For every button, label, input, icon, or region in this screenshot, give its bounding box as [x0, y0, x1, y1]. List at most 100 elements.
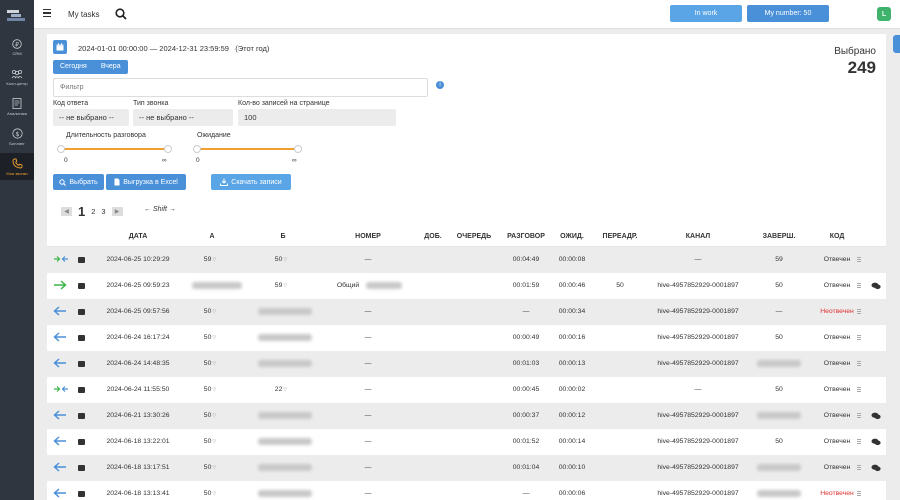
- row-menu-icon[interactable]: [857, 439, 861, 444]
- my-number-button[interactable]: My number: 50: [747, 5, 829, 22]
- table-row[interactable]: 2024-06-25 09:59:23 59▽ Общий 00:01:59 00:00…: [47, 273, 886, 299]
- sidebar-item-my-calls[interactable]: Мои звонки: [0, 153, 34, 180]
- wait-slider[interactable]: [193, 145, 302, 153]
- page-1[interactable]: 1: [78, 204, 85, 219]
- sidebar-item-analytics[interactable]: Аналитика: [0, 93, 34, 120]
- recording-icon[interactable]: [78, 439, 85, 445]
- masked-b-value: [258, 412, 312, 419]
- page-3[interactable]: 3: [101, 207, 105, 216]
- duration-slider[interactable]: [57, 145, 172, 153]
- col-code[interactable]: КОД: [830, 233, 845, 240]
- yesterday-button[interactable]: Вчера: [94, 60, 128, 74]
- recording-icon[interactable]: [78, 361, 85, 367]
- chevron-down-icon: ▽: [212, 257, 217, 263]
- per-page-select[interactable]: 100: [238, 109, 396, 126]
- cell-a[interactable]: 50▽: [204, 360, 216, 367]
- recording-icon[interactable]: [78, 491, 85, 497]
- recording-icon[interactable]: [78, 283, 85, 289]
- col-channel[interactable]: КАНАЛ: [686, 233, 710, 240]
- today-button[interactable]: Сегодня: [53, 60, 94, 74]
- cell-a[interactable]: 50▽: [204, 438, 216, 445]
- col-finished[interactable]: ЗАВЕРШ.: [763, 233, 796, 240]
- col-redirect[interactable]: ПЕРЕАДР.: [603, 233, 638, 240]
- comments-icon[interactable]: [871, 282, 881, 292]
- comments-icon[interactable]: [871, 464, 881, 474]
- recording-icon[interactable]: [78, 465, 85, 471]
- next-page-icon[interactable]: ▶: [111, 207, 123, 216]
- comments-icon[interactable]: [871, 412, 881, 422]
- filter-input[interactable]: Фильтр: [53, 78, 428, 97]
- export-excel-button[interactable]: Выгрузка в Excel: [106, 174, 186, 190]
- wait-min-handle[interactable]: [193, 145, 201, 153]
- cell-a[interactable]: 50▽: [204, 308, 216, 315]
- recording-icon[interactable]: [78, 413, 85, 419]
- table-row[interactable]: 2024-06-21 13:30:26 50▽ — 00:00:37 00:00:12 h…: [47, 403, 886, 429]
- table-row[interactable]: 2024-06-18 13:17:51 50▽ — 00:01:04 00:00:10 h…: [47, 455, 886, 481]
- cell-a[interactable]: 50▽: [204, 386, 216, 393]
- app-logo[interactable]: [0, 0, 34, 30]
- sidebar-item-billing[interactable]: $ Биллинг: [0, 123, 34, 150]
- search-icon[interactable]: [115, 8, 127, 22]
- col-ext[interactable]: ДОБ.: [424, 233, 441, 240]
- profile-avatar-icon[interactable]: L: [877, 7, 891, 21]
- row-menu-icon[interactable]: [857, 387, 861, 392]
- cell-a[interactable]: 50▽: [204, 412, 216, 419]
- recording-icon[interactable]: [78, 387, 85, 393]
- duration-max-handle[interactable]: [164, 145, 172, 153]
- calendar-button[interactable]: [53, 40, 67, 54]
- cell-a[interactable]: 50▽: [204, 464, 216, 471]
- row-menu-icon[interactable]: [857, 491, 861, 496]
- comments-icon[interactable]: [871, 438, 881, 448]
- call-direction-in-icon: [53, 462, 67, 474]
- answer-code-select[interactable]: -- не выбрано --: [53, 109, 129, 126]
- row-menu-icon[interactable]: [857, 257, 861, 262]
- select-button[interactable]: Выбрать: [53, 174, 104, 190]
- in-work-button[interactable]: In work: [670, 5, 742, 22]
- table-row[interactable]: 2024-06-24 11:55:50 50▽ 22▽ —00:00:45 00:00:…: [47, 377, 886, 403]
- cell-b[interactable]: 59▽: [275, 282, 287, 289]
- row-menu-icon[interactable]: [857, 283, 861, 288]
- period-range[interactable]: 2024-01-01 00:00:00 — 2024-12-31 23:59:5…: [78, 44, 269, 53]
- row-menu-icon[interactable]: [857, 335, 861, 340]
- sidebar-item-crm[interactable]: ₽ CRM: [0, 33, 34, 60]
- prev-page-icon[interactable]: ◀: [61, 207, 72, 216]
- col-wait[interactable]: ОЖИД.: [560, 233, 584, 240]
- hamburger-menu-icon[interactable]: [43, 9, 51, 18]
- cell-a[interactable]: 59▽: [204, 256, 216, 263]
- download-records-button[interactable]: Скачать записи: [211, 174, 291, 190]
- cell-b[interactable]: 22▽: [275, 386, 287, 393]
- table-row[interactable]: 2024-06-24 14:48:35 50▽ — 00:01:03 00:00:13 h…: [47, 351, 886, 377]
- table-row[interactable]: 2024-06-25 10:29:29 59▽ 50▽ —00:04:49 00:00:…: [47, 247, 886, 273]
- my-tasks-link[interactable]: My tasks: [68, 10, 100, 19]
- col-a[interactable]: А: [209, 233, 214, 240]
- recording-icon[interactable]: [78, 257, 85, 263]
- col-queue[interactable]: ОЧЕРЕДЬ: [457, 233, 491, 240]
- recording-icon[interactable]: [78, 309, 85, 315]
- row-menu-icon[interactable]: [857, 465, 861, 470]
- cell-a[interactable]: 50▽: [204, 334, 216, 341]
- col-date[interactable]: ДАТА: [129, 233, 148, 240]
- table-row[interactable]: 2024-06-25 09:57:56 50▽ — — 00:00:34 hive-495…: [47, 299, 886, 325]
- col-number[interactable]: НОМЕР: [355, 233, 381, 240]
- cell-b[interactable]: 50▽: [275, 256, 287, 263]
- call-type-select[interactable]: -- не выбрано --: [133, 109, 233, 126]
- col-talk[interactable]: РАЗГОВОР: [507, 233, 545, 240]
- table-row[interactable]: 2024-06-18 13:22:01 50▽ —00:01:52 00:00:14 h…: [47, 429, 886, 455]
- info-icon[interactable]: i: [436, 81, 444, 89]
- settings-edge-button[interactable]: [893, 35, 900, 53]
- page-2[interactable]: 2: [91, 207, 95, 216]
- col-b[interactable]: Б: [280, 233, 285, 240]
- cell-a[interactable]: 50▽: [204, 490, 216, 497]
- download-records-label: Скачать записи: [231, 178, 282, 186]
- cell-date: 2024-06-25 09:59:23: [106, 282, 170, 289]
- row-menu-icon[interactable]: [857, 309, 861, 314]
- table-row[interactable]: 2024-06-24 16:17:24 50▽ —00:00:49 00:00:16 h…: [47, 325, 886, 351]
- row-menu-icon[interactable]: [857, 361, 861, 366]
- sidebar-item-callcenter[interactable]: Колл-центр: [0, 63, 34, 90]
- recording-icon[interactable]: [78, 335, 85, 341]
- duration-min-handle[interactable]: [57, 145, 65, 153]
- table-row[interactable]: 2024-06-18 13:13:41 50▽ — — 00:00:06 hive-495…: [47, 481, 886, 500]
- row-menu-icon[interactable]: [857, 413, 861, 418]
- duration-max-value: ∞: [162, 157, 167, 164]
- wait-max-handle[interactable]: [294, 145, 302, 153]
